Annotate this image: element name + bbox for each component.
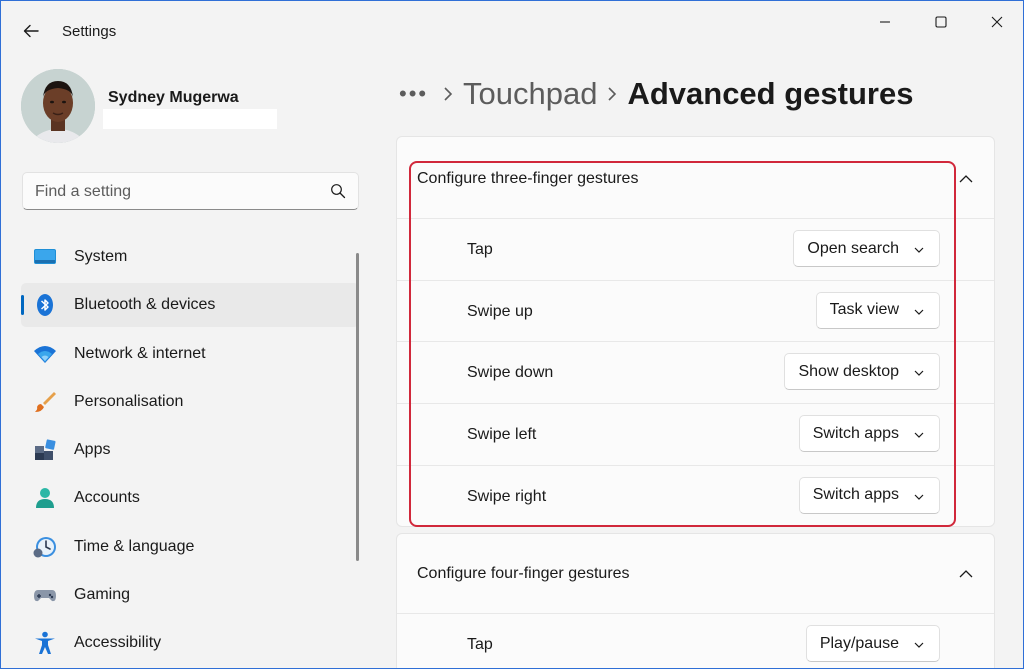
sidebar-item-network[interactable]: Network & internet: [21, 332, 359, 376]
close-button[interactable]: [973, 7, 1021, 37]
sidebar-item-time-language[interactable]: Time & language: [21, 525, 359, 569]
gesture-action-dropdown[interactable]: Switch apps: [798, 476, 940, 514]
sidebar-item-personalisation[interactable]: Personalisation: [21, 380, 359, 424]
back-button[interactable]: [15, 17, 47, 45]
minimize-button[interactable]: [861, 7, 909, 37]
sidebar-item-label: Accessibility: [74, 634, 162, 652]
breadcrumb-parent-link[interactable]: Touchpad: [463, 76, 597, 112]
app-title: Settings: [62, 23, 117, 40]
profile-email-redacted: [103, 109, 277, 129]
four-finger-gestures-card: Configure four-finger gestures Tap Play/…: [396, 533, 995, 668]
gesture-action-dropdown[interactable]: Task view: [815, 291, 940, 329]
apps-icon: [35, 439, 56, 461]
section-title: Configure three-finger gestures: [417, 170, 639, 187]
chevron-up-icon[interactable]: [958, 566, 974, 582]
chevron-up-icon[interactable]: [958, 171, 974, 187]
breadcrumb-more-button[interactable]: •••: [399, 81, 433, 107]
gesture-row-swipe-up: Swipe up Task view: [397, 281, 994, 343]
chevron-right-icon: [597, 84, 627, 104]
section-title: Configure four-finger gestures: [417, 565, 630, 582]
maximize-icon: [935, 16, 947, 28]
back-arrow-icon: [23, 24, 39, 38]
system-icon: [34, 249, 56, 264]
page-title: Advanced gestures: [627, 76, 914, 111]
gesture-row-tap: Tap Open search: [397, 219, 994, 281]
sidebar-scrollbar[interactable]: [356, 253, 359, 561]
accessibility-icon: [35, 632, 55, 655]
chevron-down-icon: [914, 432, 924, 438]
chevron-down-icon: [914, 642, 924, 648]
four-finger-header[interactable]: Configure four-finger gestures: [397, 534, 994, 614]
sidebar-item-system[interactable]: System: [21, 235, 359, 279]
selection-indicator: [21, 295, 24, 316]
breadcrumb: ••• Touchpad Advanced gestures: [399, 71, 913, 117]
search-box[interactable]: [22, 172, 359, 210]
sidebar-item-label: Time & language: [74, 537, 195, 555]
gesture-action-dropdown[interactable]: Show desktop: [784, 353, 940, 391]
sidebar-item-label: Gaming: [74, 586, 131, 604]
gesture-label: Tap: [467, 636, 493, 653]
gesture-label: Swipe left: [467, 426, 537, 444]
close-icon: [991, 16, 1003, 28]
dropdown-value: Task view: [829, 301, 899, 319]
bluetooth-icon: [37, 294, 53, 317]
sidebar-nav: System Bluetooth & devices Network & int…: [21, 235, 359, 668]
search-input[interactable]: [35, 182, 315, 202]
gesture-label: Swipe right: [467, 487, 547, 505]
sidebar-item-accessibility[interactable]: Accessibility: [21, 621, 359, 665]
chevron-down-icon: [914, 494, 924, 500]
gesture-label: Swipe down: [467, 364, 554, 382]
time-language-icon: [33, 536, 56, 558]
sidebar-item-label: Apps: [74, 441, 111, 459]
sidebar-item-label: Personalisation: [74, 392, 184, 410]
maximize-button[interactable]: [917, 7, 965, 37]
dropdown-value: Switch apps: [812, 486, 899, 504]
gesture-action-dropdown[interactable]: Play/pause: [805, 625, 940, 662]
sidebar-item-bluetooth[interactable]: Bluetooth & devices: [21, 283, 359, 328]
profile-photo: [21, 69, 95, 143]
sidebar-item-label: Accounts: [74, 489, 140, 507]
dropdown-value: Play/pause: [819, 634, 899, 652]
avatar[interactable]: [21, 69, 95, 143]
profile-name: Sydney Mugerwa: [108, 89, 239, 106]
gesture-row-swipe-down: Swipe down Show desktop: [397, 342, 994, 405]
dropdown-value: Switch apps: [812, 424, 899, 442]
search-icon[interactable]: [330, 183, 346, 199]
chevron-down-icon: [914, 370, 924, 377]
minimize-icon: [880, 21, 890, 23]
three-finger-header[interactable]: Configure three-finger gestures: [397, 137, 994, 219]
dropdown-value: Show desktop: [798, 362, 899, 380]
sidebar-item-accounts[interactable]: Accounts: [21, 476, 359, 520]
gesture-label: Swipe up: [467, 302, 533, 320]
sidebar-item-label: System: [74, 248, 128, 265]
chevron-right-icon: [433, 84, 463, 104]
accounts-icon: [36, 488, 54, 509]
title-bar: Settings: [1, 1, 1023, 61]
gesture-action-dropdown[interactable]: Open search: [793, 230, 940, 267]
brush-icon: [35, 391, 56, 412]
gamepad-icon: [34, 590, 56, 602]
gesture-label: Tap: [467, 241, 493, 258]
gesture-action-dropdown[interactable]: Switch apps: [798, 415, 940, 453]
sidebar-item-label: Bluetooth & devices: [74, 296, 216, 314]
gesture-row-swipe-right: Swipe right Switch apps: [397, 466, 994, 528]
dropdown-value: Open search: [807, 239, 899, 257]
chevron-down-icon: [914, 247, 924, 253]
chevron-down-icon: [914, 309, 924, 315]
wifi-icon: [34, 345, 56, 363]
gesture-row-swipe-left: Swipe left Switch apps: [397, 404, 994, 466]
sidebar-item-label: Network & internet: [74, 344, 206, 362]
settings-window: Settings Sydney Mugerwa Find a setting S…: [0, 0, 1024, 669]
gesture-row-tap: Tap Play/pause: [397, 614, 994, 668]
sidebar-item-apps[interactable]: Apps: [21, 428, 359, 472]
three-finger-gestures-card: Configure three-finger gestures Tap Open…: [396, 136, 995, 527]
sidebar-item-gaming[interactable]: Gaming: [21, 573, 359, 617]
